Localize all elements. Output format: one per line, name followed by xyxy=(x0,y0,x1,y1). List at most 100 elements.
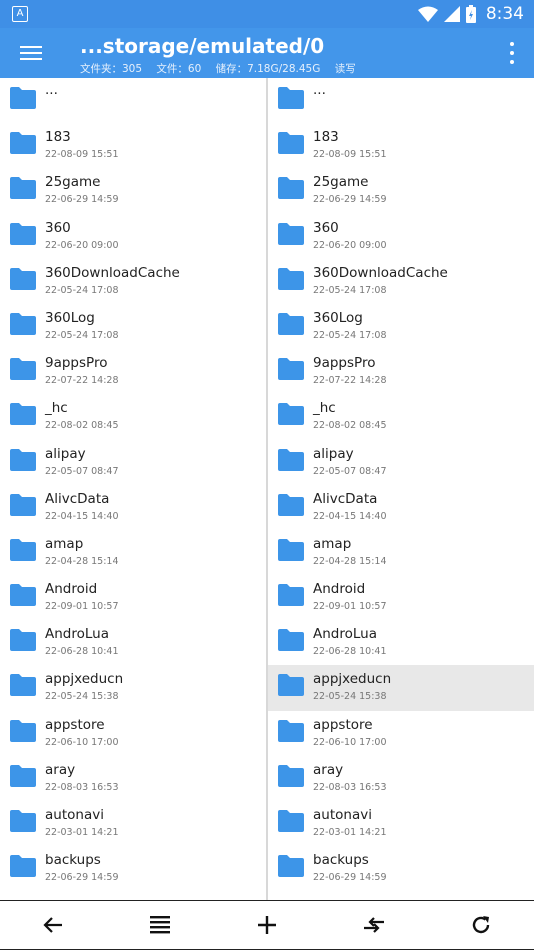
menu-button[interactable] xyxy=(14,36,48,70)
folder-name: 360Log xyxy=(313,309,363,326)
folder-row[interactable]: appjxeducn 22-05-24 15:38 xyxy=(0,665,266,710)
folder-row[interactable]: alipay 22-05-07 08:47 xyxy=(0,440,266,485)
folder-icon xyxy=(278,358,304,381)
folder-row[interactable]: appstore 22-06-10 17:00 xyxy=(268,711,534,756)
folder-row[interactable]: autonavi 22-03-01 14:21 xyxy=(0,801,266,846)
folder-icon xyxy=(278,584,304,607)
folder-row[interactable]: 9appsPro 22-07-22 14:28 xyxy=(268,349,534,394)
folder-row[interactable]: amap 22-04-28 15:14 xyxy=(268,530,534,575)
hamburger-icon xyxy=(20,46,42,48)
folder-row[interactable]: 25game 22-06-29 14:59 xyxy=(268,168,534,213)
folder-name: appjxeducn xyxy=(313,671,392,688)
folder-row[interactable]: backups 22-06-29 14:59 xyxy=(0,846,266,891)
folder-date: 22-04-15 14:40 xyxy=(45,510,119,522)
back-arrow-icon xyxy=(43,917,62,933)
folder-row[interactable]: Android 22-09-01 10:57 xyxy=(0,575,266,620)
folder-row[interactable]: backups 22-06-29 14:59 xyxy=(268,846,534,891)
folder-date: 22-06-28 10:41 xyxy=(45,646,119,658)
right-file-pane[interactable]: ... 183 22-08-09 15:51 25game 22-06-29 14:59… xyxy=(268,78,534,900)
bottom-toolbar xyxy=(0,900,534,950)
folder-row[interactable]: AndroLua 22-06-28 10:41 xyxy=(0,620,266,665)
signal-icon xyxy=(443,6,460,22)
folder-date: 22-06-29 14:59 xyxy=(45,872,119,884)
folder-date: 22-04-28 15:14 xyxy=(313,555,387,567)
folder-name: appstore xyxy=(45,716,105,733)
folder-row[interactable]: AndroLua 22-06-28 10:41 xyxy=(268,620,534,665)
folder-icon xyxy=(10,222,36,245)
folder-row[interactable]: _hc 22-08-02 08:45 xyxy=(268,394,534,439)
access-mode: 读写 xyxy=(334,63,356,75)
folder-date: 22-06-10 17:00 xyxy=(313,736,387,748)
folder-date: 22-06-20 09:00 xyxy=(45,239,119,251)
folder-name: backups xyxy=(313,852,369,869)
folder-icon xyxy=(10,810,36,832)
folder-icon xyxy=(278,403,304,426)
app-notification-icon: A xyxy=(12,6,28,22)
clock: 8:34 xyxy=(485,4,524,24)
folder-date: 22-06-29 14:59 xyxy=(313,194,387,206)
parent-directory-row[interactable]: ... xyxy=(0,78,266,123)
folder-date: 22-03-01 14:21 xyxy=(313,827,387,838)
folder-name: 360DownloadCache xyxy=(313,264,448,281)
back-button[interactable] xyxy=(23,901,83,949)
folder-row[interactable]: appstore 22-06-10 17:00 xyxy=(0,711,266,756)
folder-date: 22-06-29 14:59 xyxy=(313,872,387,884)
folder-date: 22-08-09 15:51 xyxy=(45,149,119,161)
folder-name: _hc xyxy=(313,400,336,417)
refresh-button[interactable] xyxy=(451,901,511,949)
folder-row[interactable]: 9appsPro 22-07-22 14:28 xyxy=(0,349,266,394)
folder-name: Android xyxy=(45,581,98,598)
more-vert-icon xyxy=(510,42,514,46)
folder-row[interactable]: autonavi 22-03-01 14:21 xyxy=(268,801,534,846)
folder-row[interactable]: 360DownloadCache 22-05-24 17:08 xyxy=(268,259,534,304)
file-count: 文件：60 xyxy=(156,63,202,75)
folder-row[interactable]: 360Log 22-05-24 17:08 xyxy=(0,304,266,349)
folder-icon xyxy=(10,629,36,652)
folder-row[interactable]: aray 22-08-03 16:53 xyxy=(268,756,534,801)
folder-icon xyxy=(10,855,36,878)
folder-icon xyxy=(10,132,36,155)
folder-date: 22-05-24 17:08 xyxy=(313,284,387,296)
folder-icon xyxy=(278,810,304,832)
folder-row[interactable]: 25game 22-06-29 14:59 xyxy=(0,168,266,213)
folder-date: 22-04-15 14:40 xyxy=(313,510,387,522)
folder-icon xyxy=(278,448,304,471)
folder-name: alipay xyxy=(45,445,86,462)
folder-date: 22-09-01 10:57 xyxy=(313,601,387,613)
folder-row[interactable]: 360DownloadCache 22-05-24 17:08 xyxy=(0,259,266,304)
folder-row[interactable]: 183 22-08-09 15:51 xyxy=(268,123,534,168)
folder-date: 22-08-02 08:45 xyxy=(45,420,119,432)
folder-row[interactable]: 360 22-06-20 09:00 xyxy=(268,214,534,259)
folder-date: 22-05-24 15:38 xyxy=(45,691,119,703)
folder-icon xyxy=(278,629,304,652)
folder-name: 25game xyxy=(313,174,369,191)
overflow-menu-button[interactable] xyxy=(504,38,520,68)
folder-count: 文件夹：305 xyxy=(80,63,143,75)
left-file-pane[interactable]: ... 183 22-08-09 15:51 25game 22-06-29 14:59… xyxy=(0,78,266,900)
folder-row[interactable]: amap 22-04-28 15:14 xyxy=(0,530,266,575)
parent-directory-row[interactable]: ... xyxy=(268,78,534,123)
folder-name: 360 xyxy=(313,219,339,236)
folder-name: backups xyxy=(45,852,101,869)
folder-row[interactable]: 360 22-06-20 09:00 xyxy=(0,214,266,259)
folder-icon xyxy=(278,222,304,245)
folder-row[interactable]: aray 22-08-03 16:53 xyxy=(0,756,266,801)
folder-row[interactable]: AlivcData 22-04-15 14:40 xyxy=(268,485,534,530)
add-button[interactable] xyxy=(237,901,297,949)
swap-panes-button[interactable] xyxy=(344,901,404,949)
list-view-button[interactable] xyxy=(130,901,190,949)
folder-icon xyxy=(278,493,304,516)
folder-name: aray xyxy=(313,761,344,778)
folder-date: 22-05-24 17:08 xyxy=(45,284,119,296)
folder-row[interactable]: alipay 22-05-07 08:47 xyxy=(268,440,534,485)
folder-row[interactable]: _hc 22-08-02 08:45 xyxy=(0,394,266,439)
folder-row[interactable]: 183 22-08-09 15:51 xyxy=(0,123,266,168)
folder-row[interactable]: 360Log 22-05-24 17:08 xyxy=(268,304,534,349)
folder-icon xyxy=(278,674,304,697)
folder-row[interactable]: AlivcData 22-04-15 14:40 xyxy=(0,485,266,530)
folder-date: 22-08-02 08:45 xyxy=(313,420,387,432)
folder-row[interactable]: Android 22-09-01 10:57 xyxy=(268,575,534,620)
folder-row[interactable]: appjxeducn 22-05-24 15:38 xyxy=(268,665,534,711)
battery-icon xyxy=(465,5,476,23)
folder-icon xyxy=(278,538,304,561)
